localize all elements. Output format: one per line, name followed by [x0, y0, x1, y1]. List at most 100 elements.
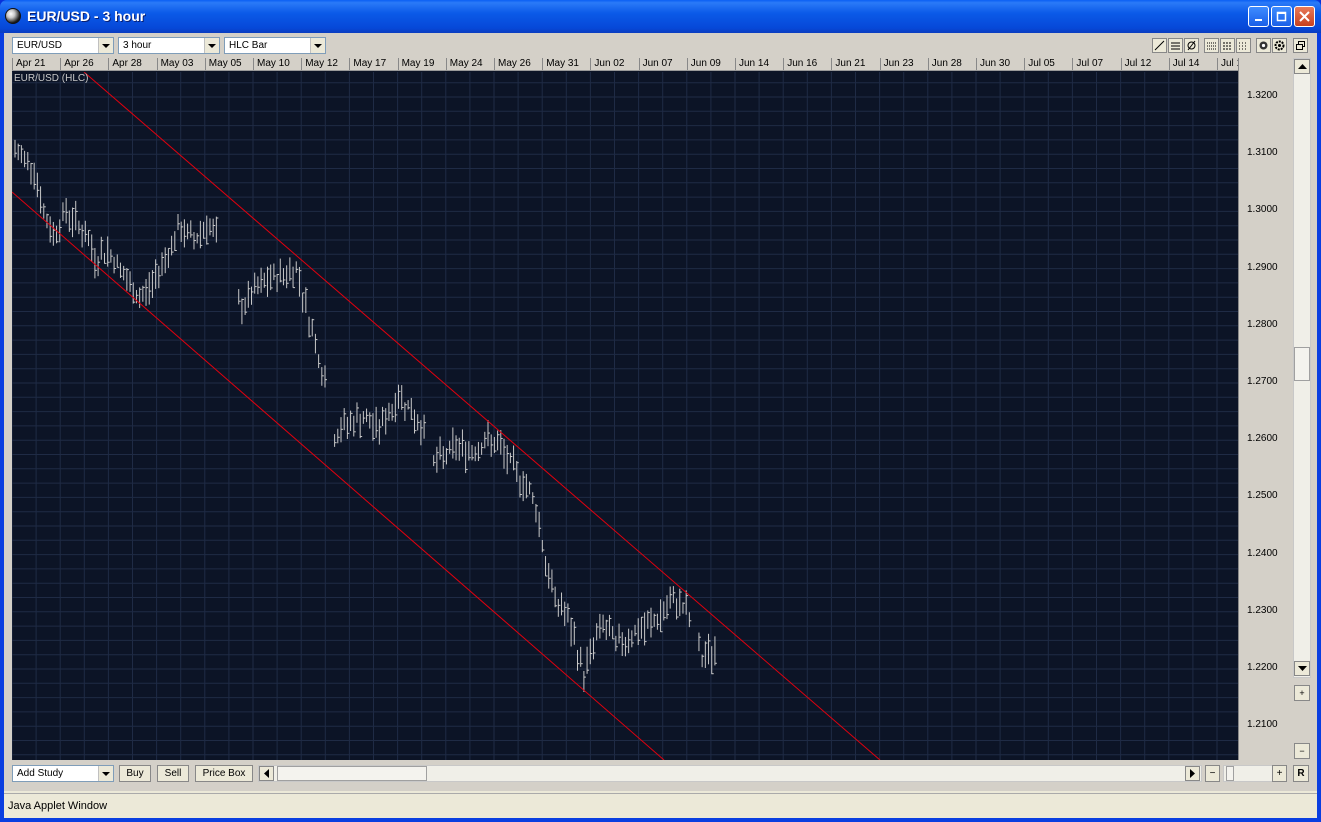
date-tick-label: Jun 02 — [590, 58, 624, 70]
maximize-icon — [1276, 11, 1287, 22]
scroll-up-button[interactable] — [1294, 59, 1310, 74]
draw-line-tool[interactable] — [1152, 38, 1167, 53]
grid-icon — [1223, 42, 1232, 50]
date-tick-label: Jul 1 — [1217, 58, 1238, 70]
time-zoom-out-button[interactable]: − — [1205, 765, 1220, 782]
scroll-thumb[interactable] — [1294, 347, 1310, 381]
price-tick-label: 1.2800 — [1247, 318, 1278, 330]
vertical-scrollbar[interactable] — [1293, 58, 1311, 678]
interval-value: 3 hour — [123, 40, 152, 51]
chevron-down-icon[interactable] — [310, 38, 325, 53]
date-tick-label: Jul 07 — [1072, 58, 1103, 70]
date-tick-label: May 24 — [445, 58, 483, 70]
interval-select[interactable]: 3 hour — [118, 37, 220, 54]
chart-background — [12, 72, 1238, 760]
sell-button[interactable]: Sell — [157, 765, 189, 782]
window-title: EUR/USD - 3 hour — [27, 8, 146, 24]
cursor-mode-button[interactable] — [1256, 38, 1271, 53]
date-tick-label: Apr 26 — [60, 58, 94, 70]
price-tick-label: 1.2200 — [1247, 662, 1278, 673]
series-label: EUR/USD (HLC) — [14, 73, 89, 84]
buy-button[interactable]: Buy — [119, 765, 151, 782]
app-window: EUR/USD - 3 hour EUR/USD 3 hour HLC Bar — [0, 0, 1321, 822]
grid-tool-2[interactable] — [1220, 38, 1235, 53]
date-tick-label: May 26 — [494, 58, 531, 70]
grid-tool-1[interactable] — [1204, 38, 1219, 53]
close-button[interactable] — [1294, 6, 1315, 27]
minimize-button[interactable] — [1248, 6, 1269, 27]
price-tick-label: 1.2600 — [1247, 433, 1278, 445]
price-box-button[interactable]: Price Box — [195, 765, 253, 782]
date-tick-label: Jun 09 — [686, 58, 721, 70]
date-tick-label: Jun 14 — [735, 58, 769, 70]
scroll-right-button[interactable] — [1185, 766, 1200, 781]
date-tick-label: May 17 — [349, 58, 386, 70]
add-study-label: Add Study — [17, 768, 64, 779]
price-tick-label: 1.2300 — [1247, 604, 1278, 616]
date-tick-label: May 10 — [253, 58, 290, 70]
scroll-down-button[interactable] — [1294, 661, 1310, 676]
chart-style-select[interactable]: HLC Bar — [224, 37, 326, 54]
reset-button[interactable]: R — [1293, 765, 1309, 782]
date-tick-label: Jun 21 — [831, 58, 865, 70]
delete-drawing-tool[interactable] — [1184, 38, 1199, 53]
price-tick-label: 1.3000 — [1247, 204, 1278, 216]
grid-icon — [1239, 42, 1248, 50]
delete-drawing-icon — [1187, 40, 1196, 51]
status-bar: Java Applet Window — [4, 793, 1317, 818]
close-icon — [1299, 11, 1310, 22]
price-zoom-out-button[interactable]: − — [1294, 743, 1310, 759]
app-icon — [5, 8, 21, 24]
zoom-slider-thumb[interactable] — [1226, 766, 1234, 781]
chevron-down-icon[interactable] — [98, 766, 113, 781]
date-axis: Apr 21 Apr 26 Apr 28 May 03 May 05 May 10 May … — [12, 58, 1238, 71]
arrow-down-icon — [1297, 665, 1307, 671]
symbol-value: EUR/USD — [17, 40, 63, 51]
bottom-toolbar: Add Study Buy Sell Price Box − + R — [4, 763, 1317, 783]
date-tick-label: Jul 14 — [1168, 58, 1199, 70]
date-tick-label: May 31 — [542, 58, 579, 70]
horizontal-scrollbar[interactable] — [258, 765, 1202, 782]
price-tick-label: 1.2400 — [1247, 547, 1278, 559]
chevron-down-icon[interactable] — [98, 38, 113, 53]
time-zoom-in-button[interactable]: + — [1272, 765, 1287, 782]
arrow-right-icon — [1189, 769, 1195, 778]
date-tick-label: Jun 23 — [879, 58, 914, 70]
title-bar[interactable]: EUR/USD - 3 hour — [0, 0, 1321, 33]
scroll-left-button[interactable] — [259, 766, 274, 781]
date-tick-label: Jun 30 — [976, 58, 1010, 70]
symbol-select[interactable]: EUR/USD — [12, 37, 114, 54]
date-tick-label: Jun 16 — [783, 58, 817, 70]
horizontal-scroll-thumb[interactable] — [277, 766, 427, 781]
date-tick-label: Jun 07 — [638, 58, 673, 70]
date-tick-label: May 12 — [301, 58, 338, 70]
settings-button[interactable] — [1272, 38, 1287, 53]
date-tick-label: Jun 28 — [927, 58, 962, 70]
price-zoom-in-button[interactable]: + — [1294, 685, 1310, 701]
price-tick-label: 1.2100 — [1247, 719, 1278, 731]
price-axis: 1.3200 1.3100 1.3000 1.2900 1.2800 1.2700 1.26… — [1238, 58, 1289, 760]
price-tick-label: 1.2700 — [1247, 376, 1278, 387]
chart-plot-area[interactable]: EUR/USD (HLC) — [11, 39, 1238, 761]
time-zoom-slider[interactable] — [1223, 765, 1273, 782]
gear-icon — [1274, 40, 1285, 51]
minus-icon: − — [1299, 746, 1305, 756]
price-chart[interactable]: Apr 21 Apr 26 Apr 28 May 03 May 05 May 10 May … — [11, 39, 1289, 761]
channel-tool[interactable] — [1168, 38, 1183, 53]
add-study-select[interactable]: Add Study — [12, 765, 114, 782]
date-tick-label: Jul 05 — [1024, 58, 1055, 70]
price-tick-label: 1.2500 — [1247, 490, 1278, 502]
maximize-button[interactable] — [1271, 6, 1292, 27]
date-tick-label: May 03 — [156, 58, 193, 70]
chart-style-value: HLC Bar — [229, 40, 268, 51]
date-tick-label: Apr 21 — [12, 58, 45, 70]
chevron-down-icon[interactable] — [204, 38, 219, 53]
minimize-icon — [1255, 19, 1262, 21]
restore-window-icon — [1296, 41, 1305, 50]
detach-window-button[interactable] — [1293, 38, 1308, 53]
grid-tool-3[interactable] — [1236, 38, 1251, 53]
price-tick-label: 1.2900 — [1247, 261, 1278, 273]
date-tick-label: May 19 — [397, 58, 434, 70]
arrow-up-icon — [1297, 63, 1307, 69]
applet-frame: EUR/USD 3 hour HLC Bar Apr 21 Apr 26 Apr… — [4, 33, 1317, 818]
